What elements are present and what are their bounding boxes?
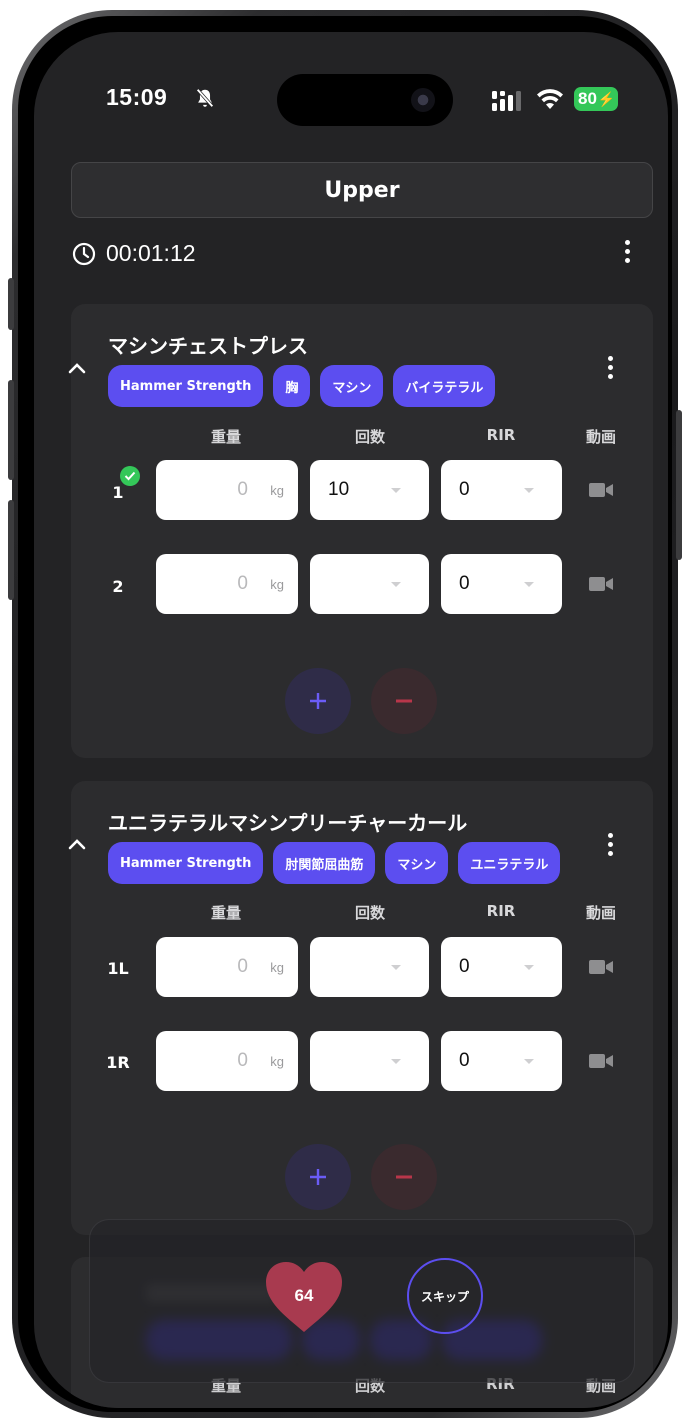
skip-rest-button[interactable]: スキップ [407, 1258, 483, 1334]
video-camera-icon[interactable] [589, 482, 613, 498]
weight-placeholder: 0 [237, 479, 248, 500]
weight-placeholder: 0 [237, 1050, 248, 1071]
plus-icon [310, 1169, 326, 1185]
status-time: 15:09 [106, 84, 168, 110]
dropdown-caret-icon [391, 488, 401, 493]
video-camera-icon[interactable] [589, 959, 613, 975]
exercise-tags: Hammer Strength 肘関節屈曲筋 マシン ユニラテラル [108, 842, 561, 884]
rir-select[interactable]: 0 [441, 554, 562, 614]
volume-up-button [8, 380, 14, 480]
rir-select[interactable]: 0 [441, 937, 562, 997]
weight-unit: kg [270, 482, 284, 498]
collapse-chevron-icon[interactable] [68, 838, 86, 850]
rir-select[interactable]: 0 [441, 1031, 562, 1091]
workout-title[interactable]: Upper [71, 162, 653, 218]
rir-value: 0 [459, 479, 470, 500]
exercise-name: マシンチェストプレス [108, 334, 308, 358]
set-completed-check-icon [120, 466, 140, 486]
reps-select[interactable] [310, 1031, 429, 1091]
action-button [8, 278, 14, 330]
minus-icon [396, 1175, 412, 1179]
column-weight: 重量 [210, 428, 241, 446]
reps-select[interactable] [310, 937, 429, 997]
rir-value: 0 [459, 573, 470, 594]
column-rir: RIR [486, 426, 516, 444]
rir-select[interactable]: 0 [441, 460, 562, 520]
weight-unit: kg [270, 576, 284, 592]
weight-input[interactable]: 0 kg [156, 460, 298, 520]
exercise-name: ユニラテラルマシンプリーチャーカール [108, 811, 468, 835]
heart-rate-value: 64 [294, 1286, 314, 1305]
phone-frame: 15:09 80 ⚡ Upper 00:01:12 マシンチェストプレス Ham… [8, 10, 682, 1418]
column-rir: RIR [486, 902, 516, 920]
front-camera [411, 88, 435, 112]
dropdown-caret-icon [391, 582, 401, 587]
workout-menu-icon[interactable] [624, 240, 630, 266]
rir-value: 0 [459, 956, 470, 977]
tag-chip[interactable]: 胸 [273, 365, 311, 407]
remove-set-button[interactable] [371, 668, 437, 734]
tag-chip[interactable]: Hammer Strength [108, 365, 264, 407]
rir-value: 0 [459, 1050, 470, 1071]
tag-chip[interactable]: ユニラテラル [458, 842, 561, 884]
weight-placeholder: 0 [237, 573, 248, 594]
column-video: 動画 [585, 428, 616, 446]
dynamic-island [277, 74, 453, 126]
weight-input[interactable]: 0 kg [156, 1031, 298, 1091]
set-label: 1L [107, 959, 129, 978]
tag-chip[interactable]: Hammer Strength [108, 842, 264, 884]
column-reps: 回数 [354, 904, 385, 922]
column-reps: 回数 [354, 428, 385, 446]
minus-icon [396, 699, 412, 703]
bell-muted-icon [196, 88, 214, 108]
tag-chip[interactable]: マシン [385, 842, 449, 884]
weight-unit: kg [270, 959, 284, 975]
reps-select[interactable]: 10 [310, 460, 429, 520]
battery-level: 80 [578, 89, 597, 108]
dropdown-caret-icon [391, 1059, 401, 1064]
timer-value: 00:01:12 [106, 240, 196, 266]
column-video: 動画 [585, 904, 616, 922]
exercise-tags: Hammer Strength 胸 マシン バイラテラル [108, 365, 496, 407]
set-label: 2 [112, 577, 124, 596]
add-set-button[interactable] [285, 1144, 351, 1210]
add-set-button[interactable] [285, 668, 351, 734]
dropdown-caret-icon [524, 488, 534, 493]
video-camera-icon[interactable] [589, 1053, 613, 1069]
tag-chip[interactable]: マシン [320, 365, 384, 407]
plus-icon [310, 693, 326, 709]
column-weight: 重量 [210, 904, 241, 922]
remove-set-button[interactable] [371, 1144, 437, 1210]
cellular-signal-icon [492, 91, 521, 111]
dropdown-caret-icon [524, 1059, 534, 1064]
clock-icon [72, 242, 96, 265]
exercise-menu-icon[interactable] [607, 356, 613, 382]
workout-timer: 00:01:12 [72, 240, 196, 267]
weight-unit: kg [270, 1053, 284, 1069]
bezel: 15:09 80 ⚡ Upper 00:01:12 マシンチェストプレス Ham… [18, 16, 672, 1412]
dropdown-caret-icon [391, 965, 401, 970]
dropdown-caret-icon [524, 965, 534, 970]
reps-value: 10 [328, 479, 350, 500]
battery-indicator: 80 ⚡ [574, 87, 618, 111]
exercise-menu-icon[interactable] [607, 833, 613, 859]
weight-input[interactable]: 0 kg [156, 937, 298, 997]
wifi-icon [537, 89, 563, 109]
weight-input[interactable]: 0 kg [156, 554, 298, 614]
tag-chip[interactable]: 肘関節屈曲筋 [273, 842, 376, 884]
rest-timer-panel [89, 1219, 635, 1383]
volume-down-button [8, 500, 14, 600]
collapse-chevron-icon[interactable] [68, 362, 86, 374]
screen: 15:09 80 ⚡ Upper 00:01:12 マシンチェストプレス Ham… [34, 32, 668, 1408]
video-camera-icon[interactable] [589, 576, 613, 592]
power-button [676, 410, 682, 560]
charging-icon: ⚡ [597, 90, 616, 107]
reps-select[interactable] [310, 554, 429, 614]
weight-placeholder: 0 [237, 956, 248, 977]
tag-chip[interactable]: バイラテラル [393, 365, 496, 407]
set-label: 1R [106, 1053, 130, 1072]
skip-label: スキップ [420, 1289, 469, 1304]
dropdown-caret-icon [524, 582, 534, 587]
